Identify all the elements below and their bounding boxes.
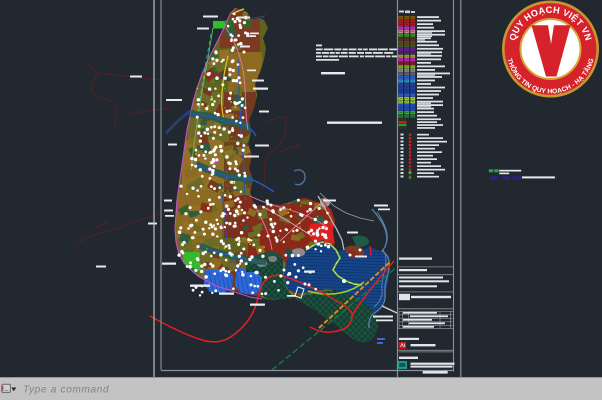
svg-text:Type a command: Type a command [23, 385, 109, 396]
